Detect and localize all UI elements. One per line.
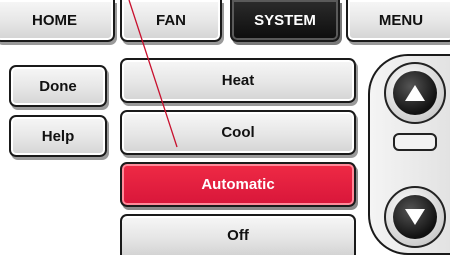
mode-label-heat: Heat <box>221 72 255 89</box>
system-tab[interactable]: SYSTEM <box>230 0 340 42</box>
down-arrow-icon <box>405 209 425 225</box>
help-button-label: Help <box>41 127 75 145</box>
help-button[interactable]: Help <box>9 115 107 157</box>
done-button[interactable]: Done <box>9 65 107 107</box>
down-button-face <box>393 195 437 239</box>
thermostat-screen: HOME FAN SYSTEM MENU Done Help Heat Cool… <box>0 0 450 255</box>
mode-label-off: Off <box>227 227 249 244</box>
home-tab-label: HOME <box>32 11 77 29</box>
mode-button-off[interactable]: Off <box>120 214 356 255</box>
scroll-down-button[interactable] <box>384 186 446 248</box>
mode-button-heat[interactable]: Heat <box>120 58 356 103</box>
mode-label-automatic: Automatic <box>201 176 275 193</box>
mode-button-cool[interactable]: Cool <box>120 110 356 155</box>
scroll-indicator <box>393 133 437 151</box>
done-button-label: Done <box>39 77 77 95</box>
mode-label-cool: Cool <box>221 124 255 141</box>
mode-button-automatic[interactable]: Automatic <box>120 162 356 207</box>
up-button-face <box>393 71 437 115</box>
fan-tab[interactable]: FAN <box>120 0 222 42</box>
up-arrow-icon <box>405 85 425 101</box>
menu-tab-label: MENU <box>378 11 424 29</box>
scroll-up-button[interactable] <box>384 62 446 124</box>
system-tab-label: SYSTEM <box>254 11 316 29</box>
home-tab[interactable]: HOME <box>0 0 115 42</box>
menu-tab[interactable]: MENU <box>346 0 450 42</box>
fan-tab-label: FAN <box>156 11 186 29</box>
